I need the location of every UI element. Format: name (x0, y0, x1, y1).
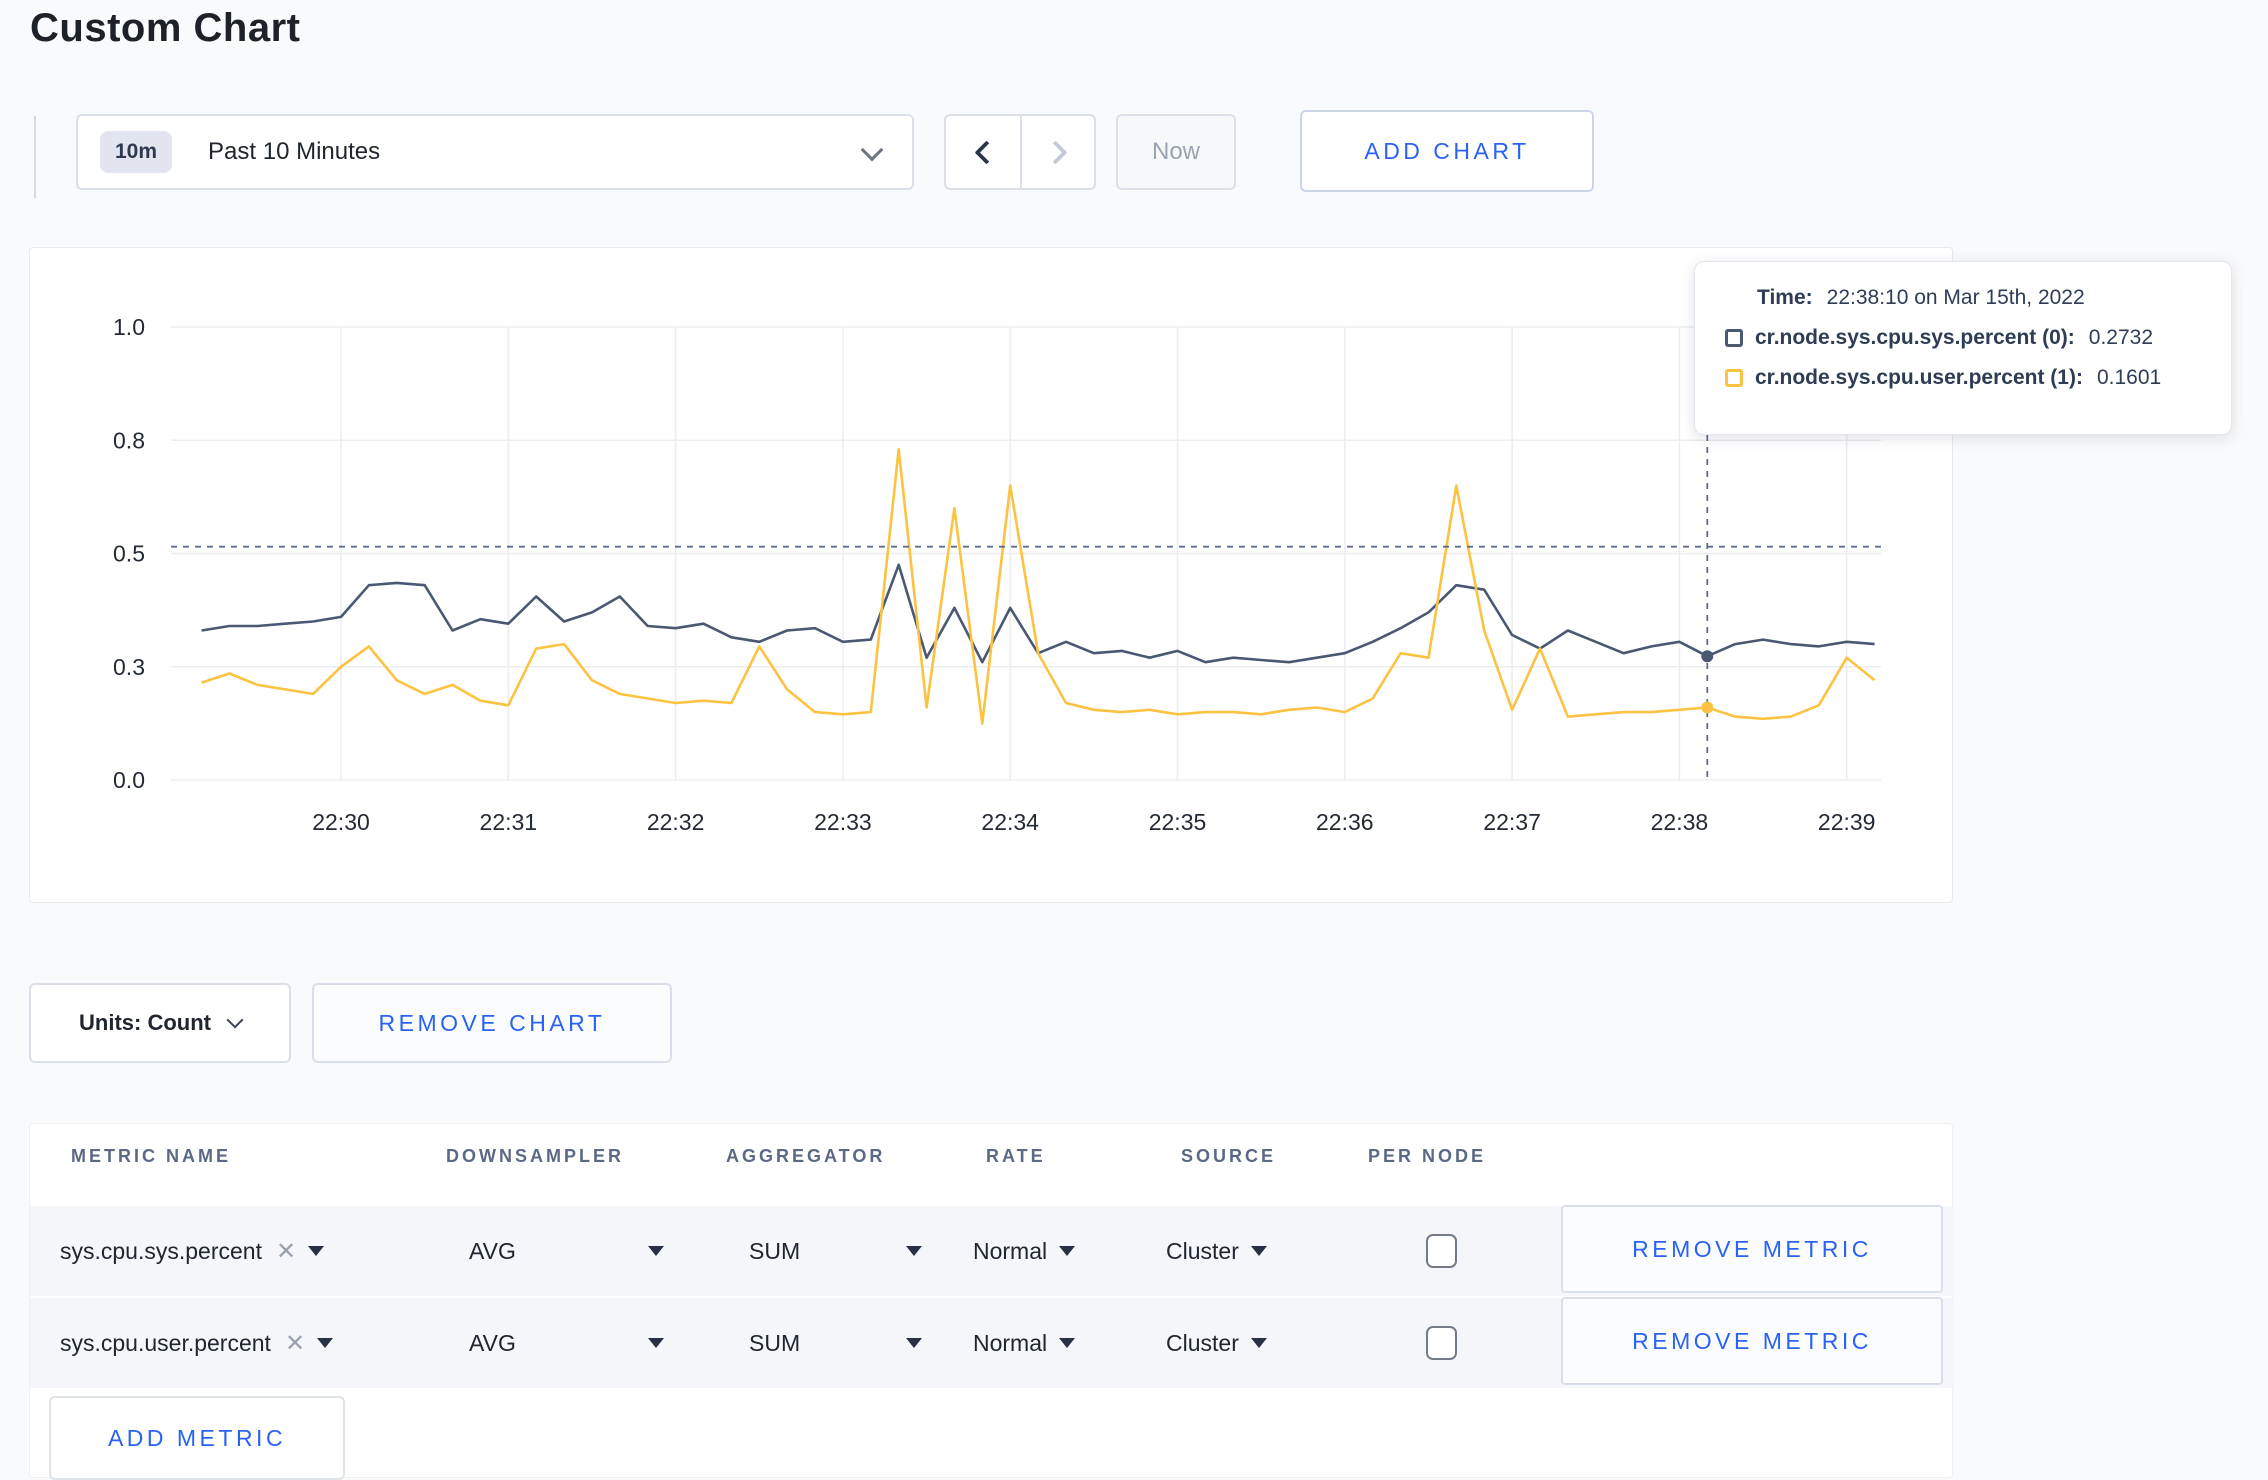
chart-card: 0.0 0.3 0.5 0.8 1.0 22:30 22:31 22:32 22:33 22:34… (29, 247, 1953, 903)
per-node-cell (1426, 1206, 1457, 1296)
caret-down-icon (1059, 1338, 1076, 1348)
add-metric-button[interactable]: ADD METRIC (49, 1396, 345, 1480)
units-label: Units: Count (79, 1010, 211, 1035)
col-header-source: SOURCE (1181, 1146, 1277, 1166)
metric-name-dropdown[interactable]: sys.cpu.user.percent ✕ (60, 1298, 334, 1388)
rate-value: Normal (973, 1329, 1048, 1356)
y-axis-tick-label: 1.0 (113, 314, 145, 340)
next-time-button[interactable] (1020, 116, 1094, 188)
x-axis-tick-label: 22:37 (1483, 809, 1541, 835)
remove-metric-button[interactable]: REMOVE METRIC (1561, 1297, 1943, 1385)
aggregator-value: SUM (749, 1237, 801, 1264)
col-header-rate: RATE (986, 1146, 1046, 1166)
rate-dropdown[interactable]: Normal (973, 1206, 1076, 1296)
x-axis-tick-label: 22:35 (1149, 809, 1207, 835)
rate-dropdown[interactable]: Normal (973, 1298, 1076, 1388)
aggregator-dropdown[interactable]: SUM (749, 1206, 923, 1296)
remove-chart-button[interactable]: REMOVE CHART (312, 983, 672, 1063)
tooltip-series-name: cr.node.sys.cpu.sys.percent (0): (1755, 326, 2075, 349)
x-axis-tick-label: 22:33 (814, 809, 872, 835)
per-node-checkbox[interactable] (1426, 1234, 1457, 1268)
now-button[interactable]: Now (1116, 114, 1236, 190)
x-axis-tick-label: 22:32 (647, 809, 705, 835)
metric-name-value: sys.cpu.user.percent (60, 1329, 271, 1356)
aggregator-value: SUM (749, 1329, 801, 1356)
chevron-left-icon (973, 139, 999, 165)
col-header-downsampler: DOWNSAMPLER (446, 1146, 624, 1166)
downsampler-dropdown[interactable]: AVG (469, 1206, 664, 1296)
hover-point-marker (1701, 650, 1714, 663)
rate-value: Normal (973, 1237, 1048, 1264)
series-swatch-icon (1725, 329, 1743, 347)
time-range-dropdown[interactable]: 10m Past 10 Minutes (76, 114, 914, 190)
source-dropdown[interactable]: Cluster (1166, 1298, 1267, 1388)
caret-down-icon (1250, 1246, 1267, 1256)
toolbar-divider (34, 116, 36, 198)
caret-down-icon (647, 1246, 664, 1256)
metric-name-value: sys.cpu.sys.percent (60, 1237, 262, 1264)
caret-down-icon (906, 1338, 923, 1348)
timeseries-chart[interactable]: 0.0 0.3 0.5 0.8 1.0 22:30 22:31 22:32 22:33 22:34… (30, 248, 1954, 904)
x-axis-tick-label: 22:30 (312, 809, 370, 835)
caret-down-icon (1059, 1246, 1076, 1256)
caret-down-icon (308, 1246, 325, 1256)
x-axis-tick-label: 22:31 (480, 809, 538, 835)
x-axis-tick-label: 22:34 (981, 809, 1039, 835)
remove-x-icon[interactable]: ✕ (285, 1329, 305, 1358)
caret-down-icon (317, 1338, 334, 1348)
units-dropdown[interactable]: Units: Count (29, 983, 291, 1063)
y-axis-tick-label: 0.5 (113, 541, 145, 567)
source-dropdown[interactable]: Cluster (1166, 1206, 1267, 1296)
y-axis-tick-label: 0.8 (113, 427, 145, 453)
series-line (201, 448, 1876, 725)
metric-name-dropdown[interactable]: sys.cpu.sys.percent ✕ (60, 1206, 325, 1296)
col-header-aggregator: AGGREGATOR (726, 1146, 886, 1166)
aggregator-dropdown[interactable]: SUM (749, 1298, 923, 1388)
tooltip-series-row: cr.node.sys.cpu.user.percent (1): 0.1601 (1725, 366, 2203, 390)
time-shift-group (944, 114, 1096, 190)
tooltip-time-row: Time: 22:38:10 on Mar 15th, 2022 (1725, 286, 2203, 310)
tooltip-time-label: Time: (1757, 286, 1813, 309)
col-header-metric-name: METRIC NAME (71, 1146, 231, 1166)
downsampler-dropdown[interactable]: AVG (469, 1298, 664, 1388)
per-node-checkbox[interactable] (1426, 1326, 1457, 1360)
chevron-right-icon (1042, 139, 1068, 165)
source-value: Cluster (1166, 1329, 1239, 1356)
remove-x-icon[interactable]: ✕ (276, 1237, 296, 1266)
time-range-badge: 10m (100, 131, 173, 173)
add-chart-button[interactable]: ADD CHART (1300, 110, 1594, 192)
chevron-down-icon (226, 1011, 244, 1029)
caret-down-icon (906, 1246, 923, 1256)
downsampler-value: AVG (469, 1329, 516, 1356)
y-axis-tick-label: 0.3 (113, 654, 145, 680)
caret-down-icon (1250, 1338, 1267, 1348)
x-axis-tick-label: 22:36 (1316, 809, 1374, 835)
tooltip-time-value: 22:38:10 on Mar 15th, 2022 (1826, 286, 2085, 309)
caret-down-icon (647, 1338, 664, 1348)
y-axis-tick-label: 0.0 (113, 767, 145, 793)
metrics-table: METRIC NAME DOWNSAMPLER AGGREGATOR RATE … (29, 1123, 1954, 1480)
per-node-cell (1426, 1298, 1457, 1388)
prev-time-button[interactable] (946, 116, 1020, 188)
tooltip-series-name: cr.node.sys.cpu.user.percent (1): (1755, 366, 2083, 389)
tooltip-series-value: 0.1601 (2096, 366, 2162, 389)
remove-metric-button[interactable]: REMOVE METRIC (1561, 1205, 1943, 1293)
downsampler-value: AVG (469, 1237, 516, 1264)
tooltip-series-value: 0.2732 (2088, 326, 2154, 349)
x-axis-tick-label: 22:39 (1818, 809, 1876, 835)
chevron-down-icon (860, 138, 884, 162)
source-value: Cluster (1166, 1237, 1239, 1264)
hover-point-marker (1701, 701, 1714, 714)
col-header-per-node: PER NODE (1368, 1146, 1487, 1166)
series-swatch-icon (1725, 369, 1743, 387)
x-axis-tick-label: 22:38 (1651, 809, 1709, 835)
page-title: Custom Chart (30, 6, 301, 50)
tooltip-series-row: cr.node.sys.cpu.sys.percent (0): 0.2732 (1725, 326, 2203, 350)
time-range-label: Past 10 Minutes (208, 138, 381, 165)
chart-hover-tooltip: Time: 22:38:10 on Mar 15th, 2022 cr.node… (1694, 261, 2232, 435)
